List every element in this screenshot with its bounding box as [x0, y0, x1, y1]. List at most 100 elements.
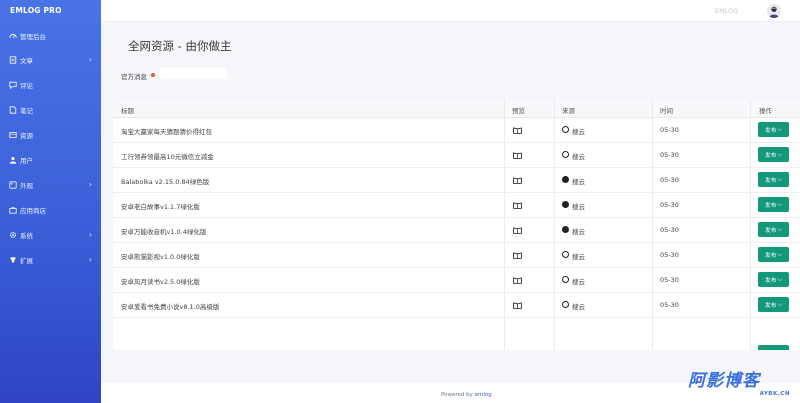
chevron-down-icon: ⌵ [777, 200, 783, 208]
book-icon[interactable] [513, 177, 522, 184]
publish-button[interactable]: 发布 ⌵ [758, 122, 789, 137]
sidebar-item-label: 外观 [20, 182, 33, 190]
chevron-down-icon: ⌵ [777, 225, 783, 233]
time-label: 05-30 [660, 251, 679, 259]
resource-title[interactable]: Balabolka v2.15.0.84绿色版 [121, 176, 209, 186]
source-label: 搜云 [572, 303, 585, 311]
sidebar-item[interactable]: 笔记 [0, 100, 101, 120]
publish-label: 发布 [764, 278, 777, 284]
book-icon[interactable] [513, 202, 522, 209]
sidebar-item[interactable]: 管理后台 [0, 26, 101, 46]
source-label: 搜云 [572, 128, 585, 136]
chevron-down-icon: ⌵ [777, 125, 783, 133]
source-label: 搜云 [572, 178, 585, 186]
table-row: 安卓老白故事v1.1.7绿化版 搜云 05-30 发布 ⌵ [113, 193, 800, 218]
time-label: 05-30 [660, 301, 679, 309]
sidebar-item-label: 评论 [20, 82, 33, 90]
user-icon [8, 156, 17, 165]
chevron-down-icon: ⌵ [777, 150, 783, 158]
dashboard-icon [8, 32, 17, 41]
book-icon[interactable] [513, 152, 522, 159]
resource-table: 标题 预览 来源 时间 操作 淘宝大赢家每天猜题猜价得红包 搜云 05-30 发布 ⌵ 工… [113, 99, 800, 350]
publish-button[interactable] [758, 345, 789, 350]
chevron-down-icon: ⌵ [777, 175, 783, 183]
resource-title[interactable]: 淘宝大赢家每天猜题猜价得红包 [121, 126, 212, 136]
publish-label: 发布 [764, 253, 777, 259]
publish-button[interactable]: 发布 ⌵ [758, 297, 789, 312]
publish-label: 发布 [764, 203, 777, 209]
source-icon [562, 226, 569, 233]
header-title: 标题 [121, 107, 134, 115]
watermark-logo: 阿影博客 AYBK.CN [688, 372, 794, 400]
resource-title[interactable]: 安卓风月读书v2.5.0绿化版 [121, 276, 200, 286]
publish-button[interactable]: 发布 ⌵ [758, 197, 789, 212]
resource-title[interactable]: 工行领券领最高10元微信立减金 [121, 151, 214, 161]
publish-button[interactable]: 发布 ⌵ [758, 247, 789, 262]
resource-icon [8, 131, 17, 140]
article-icon [8, 56, 17, 65]
header-action: 操作 [759, 107, 772, 115]
notice-dot [151, 73, 155, 77]
chevron-down-icon: ⌵ [777, 300, 783, 308]
source-label: 搜云 [572, 278, 585, 286]
resource-title[interactable]: 安卓老白故事v1.1.7绿化版 [121, 201, 200, 211]
source-icon [562, 276, 569, 283]
book-icon[interactable] [513, 127, 522, 134]
sidebar-item-label: 系统 [20, 232, 33, 240]
publish-label: 发布 [764, 153, 777, 159]
sidebar-item-label: 应用商店 [20, 207, 46, 215]
powered-by: Powered by emlog [441, 392, 492, 398]
source-label: 搜云 [572, 253, 585, 261]
source-label: 搜云 [572, 228, 585, 236]
sidebar-item[interactable]: 应用商店 [0, 200, 101, 220]
avatar[interactable] [767, 4, 781, 18]
sidebar-item[interactable]: 评论 [0, 75, 101, 95]
chevron-right-icon: › [88, 255, 92, 264]
time-label: 05-30 [660, 126, 679, 134]
resource-title[interactable]: 安卓熊猫影视v1.0.0绿化版 [121, 251, 200, 261]
column-divider [750, 99, 751, 350]
table-row: 工行领券领最高10元微信立减金 搜云 05-30 发布 ⌵ [113, 143, 800, 168]
header-preview: 预览 [512, 107, 525, 115]
watermark-sub: AYBK.CN [759, 391, 790, 397]
source-icon [562, 126, 569, 133]
sidebar-item[interactable]: 资源 [0, 125, 101, 145]
topbar-brand[interactable]: EMLOG [715, 7, 738, 15]
table-row [113, 343, 800, 350]
book-icon[interactable] [513, 252, 522, 259]
table-header: 标题 预览 来源 时间 操作 [113, 99, 800, 118]
sidebar-item-label: 文章 [20, 57, 33, 65]
time-label: 05-30 [660, 226, 679, 234]
book-icon[interactable] [513, 277, 522, 284]
sidebar-item-label: 扩展 [20, 257, 33, 265]
book-icon[interactable] [513, 227, 522, 234]
resource-title[interactable]: 安卓万能收音机v1.0.4绿化版 [121, 226, 206, 236]
source-icon [562, 251, 569, 258]
comment-icon [8, 81, 17, 90]
brand-logo[interactable]: EMLOG PRO [0, 0, 101, 22]
store-icon [8, 206, 17, 215]
sidebar-item[interactable]: 系统 › [0, 225, 101, 245]
book-icon[interactable] [513, 302, 522, 309]
watermark-main: 阿影博客 [688, 371, 760, 391]
sidebar-item[interactable]: 用户 [0, 150, 101, 170]
chevron-down-icon: ⌵ [777, 275, 783, 283]
sidebar-item[interactable]: 扩展 › [0, 250, 101, 270]
chevron-right-icon: › [88, 55, 92, 64]
announce-box [159, 68, 227, 79]
publish-button[interactable]: 发布 ⌵ [758, 222, 789, 237]
source-icon [562, 201, 569, 208]
sidebar-item[interactable]: 外观 › [0, 175, 101, 195]
emlog-link[interactable]: emlog [475, 392, 492, 398]
sidebar-item-label: 资源 [20, 132, 33, 140]
chevron-right-icon: › [88, 230, 92, 239]
source-icon [562, 151, 569, 158]
publish-button[interactable]: 发布 ⌵ [758, 147, 789, 162]
table-row: Balabolka v2.15.0.84绿色版 搜云 05-30 发布 ⌵ [113, 168, 800, 193]
publish-button[interactable]: 发布 ⌵ [758, 272, 789, 287]
appearance-icon [8, 181, 17, 190]
resource-title[interactable]: 安卓爱看书免费小说v8.1.0高级版 [121, 301, 219, 311]
sidebar-item[interactable]: 文章 › [0, 50, 101, 70]
header-source: 来源 [562, 107, 575, 115]
publish-button[interactable]: 发布 ⌵ [758, 172, 789, 187]
